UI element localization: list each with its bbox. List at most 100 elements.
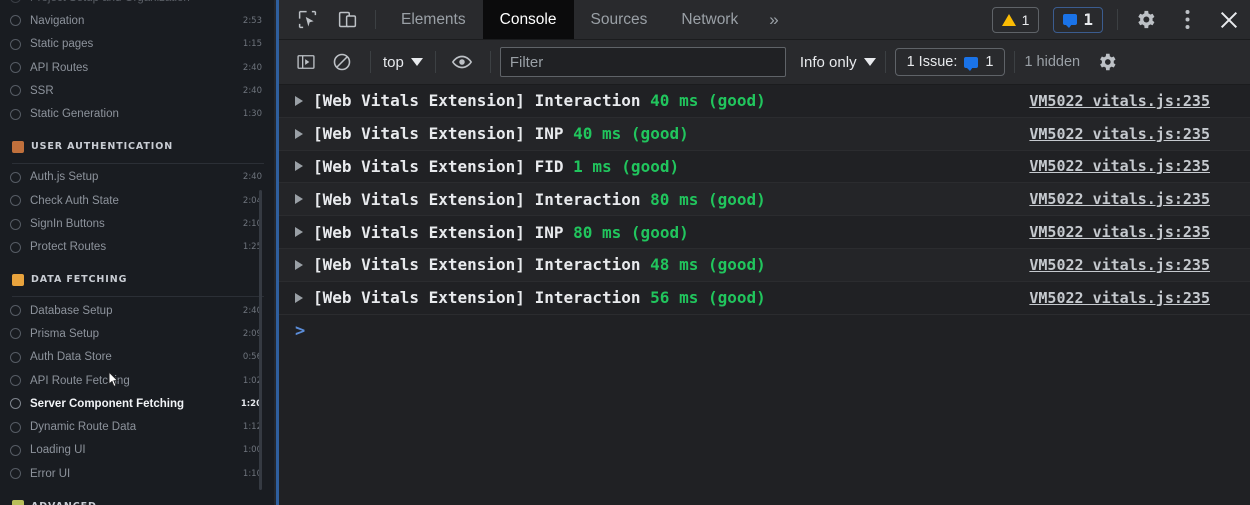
live-expression-icon[interactable]: [445, 47, 479, 77]
checkbox-circle-icon[interactable]: [10, 305, 21, 317]
sidebar-item[interactable]: Project Setup and Organization 1:21: [0, 0, 276, 9]
more-options-icon[interactable]: [1166, 0, 1208, 39]
tab-elements[interactable]: Elements: [384, 0, 483, 39]
message-rating: (good): [707, 255, 766, 275]
message-prefix: [Web Vitals Extension]: [313, 189, 525, 209]
message-value: 48: [650, 255, 670, 275]
checkbox-circle-icon[interactable]: [10, 15, 21, 27]
console-message-row[interactable]: [Web Vitals Extension] Interaction 56 ms…: [279, 282, 1250, 315]
checkbox-circle-icon[interactable]: [10, 0, 21, 4]
message-metric: FID: [534, 156, 564, 176]
message-value: 56: [650, 288, 670, 308]
sidebar-group-header[interactable]: DATA FETCHING: [0, 267, 276, 293]
chevron-down-icon: [863, 58, 876, 66]
sidebar-item[interactable]: SignIn Buttons 2:10: [0, 212, 276, 235]
checkbox-circle-icon[interactable]: [10, 351, 21, 363]
sidebar-item[interactable]: Static pages 1:15: [0, 33, 276, 56]
course-sidebar[interactable]: Project Setup and Organization 1:21 Naviga…: [0, 0, 276, 505]
expand-arrow-icon[interactable]: [291, 194, 307, 205]
close-icon[interactable]: [1208, 0, 1250, 39]
console-message-row[interactable]: [Web Vitals Extension] Interaction 80 ms…: [279, 183, 1250, 217]
console-message-row[interactable]: [Web Vitals Extension] INP 80 ms (good) V…: [279, 216, 1250, 249]
checkbox-circle-icon[interactable]: [10, 38, 21, 50]
device-toolbar-icon[interactable]: [327, 0, 367, 39]
checkbox-circle-icon[interactable]: [10, 85, 21, 97]
sidebar-item[interactable]: Protect Routes 1:25: [0, 236, 276, 259]
checkbox-circle-icon[interactable]: [10, 218, 21, 230]
message-rating: (good): [621, 156, 680, 176]
message-source-link[interactable]: VM5022 vitals.js:235: [1029, 223, 1210, 241]
checkbox-circle-icon[interactable]: [10, 62, 21, 74]
checkbox-circle-icon[interactable]: [10, 468, 21, 480]
expand-arrow-icon[interactable]: [291, 292, 307, 303]
checkbox-circle-icon[interactable]: [10, 398, 21, 410]
sidebar-item-label: Check Auth State: [30, 194, 119, 207]
console-settings-gear-icon[interactable]: [1090, 47, 1124, 77]
checkbox-circle-icon[interactable]: [10, 375, 21, 386]
tab-console[interactable]: Console: [482, 0, 574, 39]
console-message-row[interactable]: [Web Vitals Extension] Interaction 40 ms…: [279, 85, 1250, 118]
sidebar-item[interactable]: Check Auth State 2:04: [0, 189, 276, 212]
checkbox-circle-icon[interactable]: [10, 195, 21, 207]
message-source-link[interactable]: VM5022 vitals.js:235: [1029, 289, 1210, 307]
console-message-list[interactable]: [Web Vitals Extension] Interaction 40 ms…: [279, 85, 1250, 505]
message-badge[interactable]: 1: [1053, 6, 1103, 33]
tab-sources[interactable]: Sources: [574, 0, 665, 39]
sidebar-item[interactable]: SSR 2:40: [0, 79, 276, 102]
sidebar-item[interactable]: Database Setup 2:40: [0, 299, 276, 322]
sidebar-item[interactable]: Dynamic Route Data 1:12: [0, 415, 276, 438]
console-prompt[interactable]: >: [279, 315, 1250, 347]
filterbar-divider-5: [1014, 51, 1016, 73]
sidebar-item[interactable]: API Route Fetching 1:02: [0, 369, 276, 392]
clear-console-icon[interactable]: [325, 47, 359, 77]
sidebar-item[interactable]: Auth Data Store 0:56: [0, 346, 276, 369]
console-message-text: [Web Vitals Extension] INP 80 ms (good): [313, 223, 689, 242]
message-prefix: [Web Vitals Extension]: [313, 91, 525, 111]
more-tabs-icon[interactable]: »: [755, 0, 792, 39]
expand-arrow-icon[interactable]: [291, 259, 307, 270]
message-source-link[interactable]: VM5022 vitals.js:235: [1029, 256, 1210, 274]
sidebar-item-duration: 1:21: [243, 0, 262, 3]
console-message-row[interactable]: [Web Vitals Extension] INP 40 ms (good) V…: [279, 117, 1250, 151]
message-source-link[interactable]: VM5022 vitals.js:235: [1029, 190, 1210, 208]
execution-context-dropdown[interactable]: top: [380, 54, 426, 71]
log-level-dropdown[interactable]: Info only: [800, 54, 876, 71]
sidebar-group-header[interactable]: USER AUTHENTICATION: [0, 134, 276, 160]
sidebar-item[interactable]: Navigation 2:53: [0, 9, 276, 32]
console-message-row[interactable]: [Web Vitals Extension] FID 1 ms (good) VM…: [279, 151, 1250, 184]
sidebar-item[interactable]: Auth.js Setup 2:40: [0, 166, 276, 189]
message-unit: ms: [592, 156, 612, 176]
warning-badge[interactable]: 1: [991, 6, 1040, 33]
console-sidebar-icon[interactable]: [289, 47, 323, 77]
checkbox-circle-icon[interactable]: [10, 328, 21, 340]
sidebar-group-header[interactable]: ADVANCED: [0, 493, 276, 505]
sidebar-item[interactable]: Error UI 1:10: [0, 462, 276, 485]
checkbox-circle-icon[interactable]: [10, 421, 21, 433]
console-message-text: [Web Vitals Extension] INP 40 ms (good): [313, 124, 689, 143]
checkbox-circle-icon[interactable]: [10, 108, 21, 120]
sidebar-item-active[interactable]: Server Component Fetching 1:20: [0, 392, 276, 415]
expand-arrow-icon[interactable]: [291, 95, 307, 106]
expand-arrow-icon[interactable]: [291, 128, 307, 139]
expand-arrow-icon[interactable]: [291, 161, 307, 172]
hidden-messages-label: 1 hidden: [1024, 54, 1081, 70]
message-source-link[interactable]: VM5022 vitals.js:235: [1029, 157, 1210, 175]
sidebar-scrollbar[interactable]: [259, 190, 262, 490]
filter-input[interactable]: [499, 47, 786, 77]
settings-gear-icon[interactable]: [1124, 0, 1166, 39]
inspect-element-icon[interactable]: [287, 0, 327, 39]
tab-network[interactable]: Network: [664, 0, 755, 39]
sidebar-item[interactable]: Prisma Setup 2:09: [0, 322, 276, 345]
expand-arrow-icon[interactable]: [291, 227, 307, 238]
checkbox-circle-icon[interactable]: [10, 241, 21, 253]
issues-button[interactable]: 1 Issue: 1: [894, 48, 1006, 76]
sidebar-item-label: Auth.js Setup: [30, 171, 99, 184]
sidebar-item[interactable]: Static Generation 1:30: [0, 102, 276, 125]
console-message-row[interactable]: [Web Vitals Extension] Interaction 48 ms…: [279, 248, 1250, 282]
checkbox-circle-icon[interactable]: [10, 171, 21, 183]
checkbox-circle-icon[interactable]: [10, 444, 21, 456]
sidebar-item[interactable]: Loading UI 1:00: [0, 439, 276, 462]
sidebar-item[interactable]: API Routes 2:40: [0, 56, 276, 79]
message-source-link[interactable]: VM5022 vitals.js:235: [1029, 125, 1210, 143]
message-source-link[interactable]: VM5022 vitals.js:235: [1029, 92, 1210, 110]
